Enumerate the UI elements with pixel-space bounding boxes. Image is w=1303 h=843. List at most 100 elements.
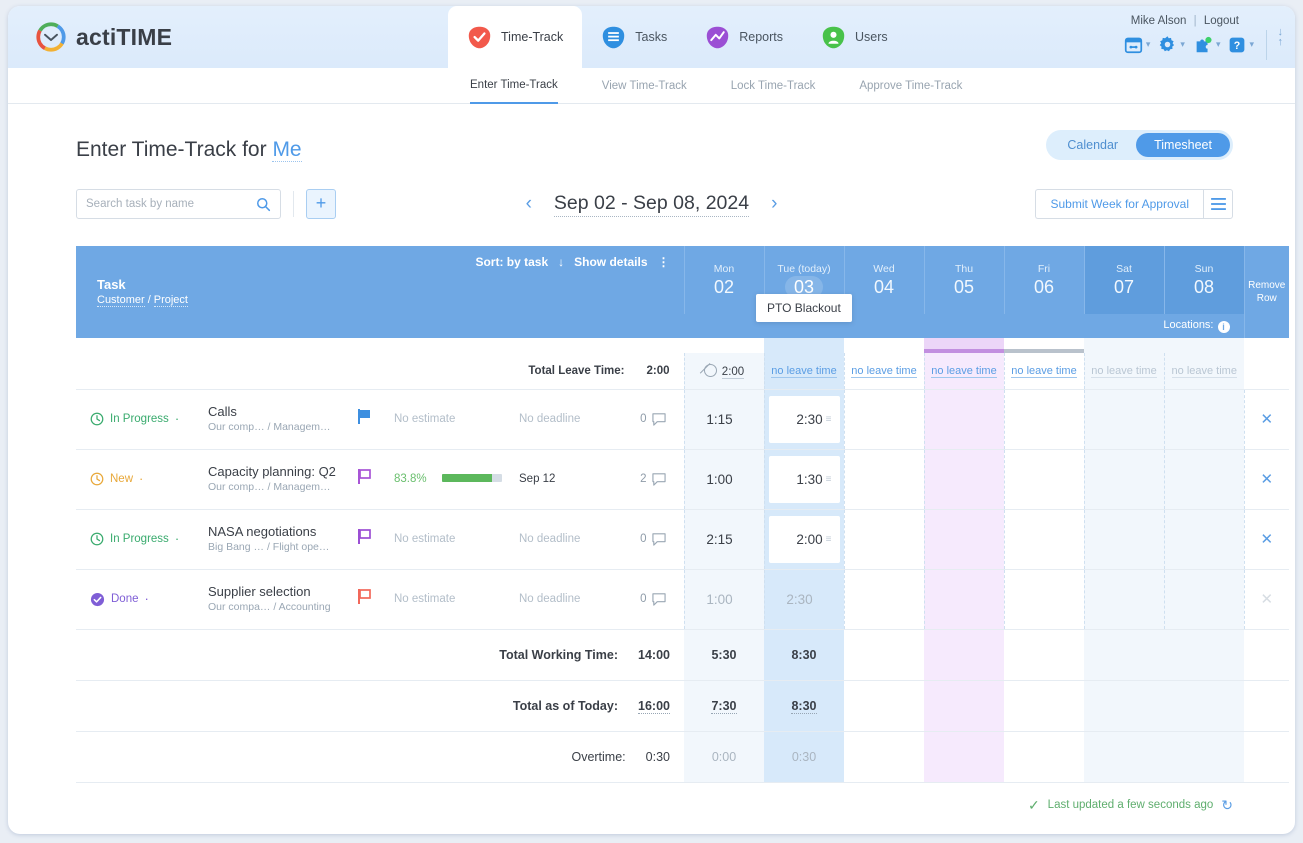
- leave-link-thu[interactable]: no leave time: [931, 365, 996, 378]
- time-cell-sat[interactable]: [1084, 449, 1164, 509]
- time-value[interactable]: 2:00: [796, 532, 822, 547]
- time-cell-mon[interactable]: 1:00: [684, 449, 764, 509]
- task-flag[interactable]: [358, 409, 394, 429]
- leave-link-fri[interactable]: no leave time: [1011, 365, 1076, 378]
- collapse-header-button[interactable]: ↓ ↑: [1278, 27, 1284, 47]
- time-value[interactable]: 1:00: [689, 592, 751, 607]
- time-cell-fri[interactable]: [1004, 389, 1084, 449]
- time-value[interactable]: 1:15: [689, 412, 751, 427]
- time-cell-sun[interactable]: [1164, 509, 1244, 569]
- time-cell-mon[interactable]: 1:15: [684, 389, 764, 449]
- subnav-lock-time-track[interactable]: Lock Time-Track: [731, 68, 816, 104]
- day-header-sun[interactable]: Sun 08: [1164, 246, 1244, 314]
- task-name[interactable]: Capacity planning: Q2: [208, 464, 358, 480]
- leave-value-mon[interactable]: 2:00: [722, 366, 744, 379]
- task-name[interactable]: NASA negotiations: [208, 524, 358, 540]
- info-icon[interactable]: i: [1218, 321, 1230, 333]
- total-today-tue-value[interactable]: 8:30: [791, 699, 816, 714]
- task-name[interactable]: Supplier selection: [208, 584, 358, 600]
- time-cell-tue[interactable]: 2:00 ≡: [764, 509, 844, 569]
- time-cell-wed[interactable]: [844, 389, 924, 449]
- time-cell-tue[interactable]: 2:30 ≡: [764, 389, 844, 449]
- time-cell-sun[interactable]: [1164, 569, 1244, 629]
- brand-logo[interactable]: actiTIME: [8, 6, 448, 68]
- time-value[interactable]: 2:15: [689, 532, 751, 547]
- time-value[interactable]: 1:00: [689, 472, 751, 487]
- day-header-thu[interactable]: Thu 05: [924, 246, 1004, 314]
- leave-link-wed[interactable]: no leave time: [851, 365, 916, 378]
- nav-tab-tasks[interactable]: Tasks: [582, 6, 686, 68]
- remove-row-button[interactable]: ✕: [1260, 411, 1273, 428]
- time-cell-wed[interactable]: [844, 509, 924, 569]
- time-cell-sat[interactable]: [1084, 509, 1164, 569]
- view-toggle-calendar[interactable]: Calendar: [1049, 133, 1136, 157]
- remove-row-button[interactable]: ✕: [1260, 471, 1273, 488]
- remove-row-cell[interactable]: ✕: [1244, 509, 1289, 569]
- time-cell-wed[interactable]: [844, 449, 924, 509]
- time-value[interactable]: 2:30: [796, 412, 822, 427]
- logout-link[interactable]: Logout: [1204, 15, 1239, 27]
- time-cell-thu[interactable]: [924, 389, 1004, 449]
- task-status[interactable]: New ·: [90, 472, 208, 486]
- project-sort-link[interactable]: Project: [154, 294, 188, 307]
- leave-cell-thu[interactable]: no leave time: [924, 353, 1004, 389]
- settings-menu-button[interactable]: ▾: [1154, 35, 1189, 54]
- integrations-menu-button[interactable]: ▾: [1189, 35, 1225, 55]
- time-cell-thu[interactable]: [924, 509, 1004, 569]
- time-cell-sat[interactable]: [1084, 569, 1164, 629]
- remove-row-cell[interactable]: ✕: [1244, 449, 1289, 509]
- note-lines-icon[interactable]: ≡: [826, 414, 831, 425]
- day-header-mon[interactable]: Mon 02: [684, 246, 764, 314]
- nav-tab-reports[interactable]: Reports: [686, 6, 802, 68]
- time-cell-tue[interactable]: 1:30 ≡: [764, 449, 844, 509]
- time-value[interactable]: 1:30: [796, 472, 822, 487]
- leave-cell-mon[interactable]: 2:00: [684, 353, 764, 389]
- task-comments[interactable]: 0: [629, 593, 684, 606]
- day-header-wed[interactable]: Wed 04: [844, 246, 924, 314]
- time-cell-wed[interactable]: [844, 569, 924, 629]
- task-status[interactable]: Done ·: [90, 592, 208, 607]
- day-header-sat[interactable]: Sat 07: [1084, 246, 1164, 314]
- task-name[interactable]: Calls: [208, 404, 358, 420]
- search-input[interactable]: [86, 198, 256, 210]
- time-cell-sat[interactable]: [1084, 389, 1164, 449]
- status-dropdown-icon[interactable]: ·: [175, 415, 179, 423]
- task-flag[interactable]: [358, 529, 394, 549]
- task-status[interactable]: In Progress ·: [90, 412, 208, 426]
- time-cell-fri[interactable]: [1004, 449, 1084, 509]
- time-cell-mon[interactable]: 1:00: [684, 569, 764, 629]
- subnav-enter-time-track[interactable]: Enter Time-Track: [470, 68, 558, 104]
- kebab-menu-icon[interactable]: ⋮: [658, 255, 670, 269]
- time-cell-mon[interactable]: 2:15: [684, 509, 764, 569]
- day-header-fri[interactable]: Fri 06: [1004, 246, 1084, 314]
- note-lines-icon[interactable]: ≡: [826, 534, 831, 545]
- band-thu[interactable]: [924, 338, 1004, 353]
- prev-week-button[interactable]: ‹: [526, 193, 532, 215]
- view-toggle-timesheet[interactable]: Timesheet: [1136, 133, 1230, 157]
- search-box[interactable]: [76, 189, 281, 219]
- time-cell-thu[interactable]: [924, 449, 1004, 509]
- time-cell-sun[interactable]: [1164, 449, 1244, 509]
- task-flag[interactable]: [358, 589, 394, 609]
- time-cell-sun[interactable]: [1164, 389, 1244, 449]
- leave-cell-sat[interactable]: no leave time: [1084, 353, 1164, 389]
- task-comments[interactable]: 0: [629, 413, 684, 426]
- leave-cell-wed[interactable]: no leave time: [844, 353, 924, 389]
- add-task-button[interactable]: +: [306, 189, 336, 219]
- arrow-down-icon[interactable]: ↓: [558, 255, 564, 269]
- note-lines-icon[interactable]: ≡: [826, 474, 831, 485]
- timesheet-menu-button[interactable]: [1203, 189, 1233, 219]
- status-dropdown-icon[interactable]: ·: [139, 475, 143, 483]
- leave-cell-sun[interactable]: no leave time: [1164, 353, 1244, 389]
- time-cell-fri[interactable]: [1004, 509, 1084, 569]
- task-comments[interactable]: 0: [629, 533, 684, 546]
- leave-link-tue[interactable]: no leave time: [771, 365, 836, 378]
- total-today-total[interactable]: 16:00: [638, 699, 670, 714]
- leave-link-sun[interactable]: no leave time: [1172, 365, 1237, 378]
- show-details-button[interactable]: Show details: [574, 255, 647, 269]
- task-flag[interactable]: [358, 469, 394, 489]
- nav-tab-users[interactable]: Users: [802, 6, 907, 68]
- sort-control[interactable]: Sort: by task: [475, 255, 548, 269]
- time-cell-tue[interactable]: 2:30: [764, 569, 844, 629]
- subnav-view-time-track[interactable]: View Time-Track: [602, 68, 687, 104]
